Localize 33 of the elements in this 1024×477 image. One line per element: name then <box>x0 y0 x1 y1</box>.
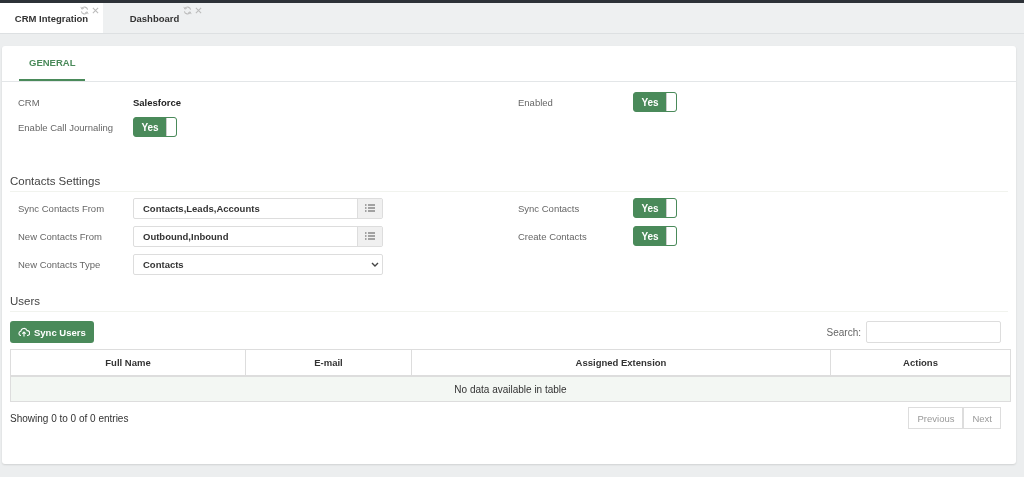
field-label: Enabled <box>518 96 554 108</box>
sync-users-button[interactable]: Sync Users <box>10 321 94 343</box>
field-label: Sync Contacts From <box>18 202 106 214</box>
toggle-switch[interactable]: Yes <box>633 226 677 246</box>
field-label: New Contacts From <box>18 230 103 242</box>
field-label: Create Contacts <box>518 230 588 242</box>
toggle-switch[interactable]: Yes <box>633 198 677 218</box>
field-label: CRM <box>18 96 41 108</box>
chevron-down-icon <box>371 261 379 267</box>
search-label: Search: <box>826 326 861 338</box>
search-field[interactable] <box>866 321 1001 343</box>
cloud-upload-icon <box>18 327 30 337</box>
empty-table-message: No data available in table <box>10 376 1011 402</box>
list-icon[interactable] <box>365 204 375 212</box>
field-value: Salesforce <box>133 96 182 108</box>
refresh-icon[interactable] <box>80 6 89 15</box>
refresh-icon[interactable] <box>183 6 192 15</box>
section-title: Contacts Settings <box>10 169 1008 192</box>
toggle-switch[interactable]: Yes <box>633 92 677 112</box>
close-icon[interactable] <box>195 7 202 14</box>
field-label: Sync Contacts <box>518 202 581 214</box>
list-icon[interactable] <box>365 232 375 240</box>
section-title: Users <box>10 289 1008 312</box>
multiselect-field[interactable]: Contacts,Leads,Accounts <box>133 197 383 219</box>
section-tab[interactable]: GENERAL <box>19 46 86 81</box>
multiselect-field[interactable]: Outbound,Inbound <box>133 225 383 247</box>
field-label: New Contacts Type <box>18 258 102 270</box>
select-field[interactable]: Contacts <box>133 253 383 275</box>
page-tab[interactable]: Dashboard <box>129 12 180 24</box>
close-icon[interactable] <box>92 7 99 14</box>
toggle-switch[interactable]: Yes <box>133 117 177 137</box>
table-info: Showing 0 to 0 of 0 entries <box>10 412 129 424</box>
field-label: Enable Call Journaling <box>18 121 115 133</box>
